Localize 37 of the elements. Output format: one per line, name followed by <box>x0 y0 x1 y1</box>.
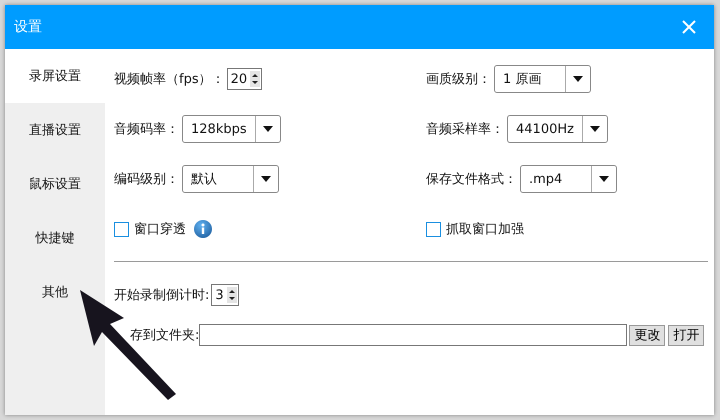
dropdown[interactable]: 128kbps <box>182 115 281 143</box>
dropdown[interactable]: 1 原画 <box>494 65 591 93</box>
caret-icon <box>590 126 600 132</box>
field-label: 画质级别： <box>426 71 491 88</box>
field-label: 存到文件夹: <box>130 327 200 344</box>
dropdown[interactable]: .mp4 <box>520 165 617 193</box>
field-label: 视频帧率（fps）： <box>114 71 225 88</box>
checkbox-label: 窗口穿透 <box>134 221 186 238</box>
spinner-field[interactable]: 20 <box>226 68 262 90</box>
folder-button[interactable]: 更改 <box>629 324 666 346</box>
field-label: 音频采样率： <box>426 121 504 138</box>
folder-button[interactable]: 打开 <box>668 324 704 346</box>
checkbox-label: 抓取窗口加强 <box>446 221 524 238</box>
checkbox[interactable] <box>426 222 441 236</box>
sidebar-item[interactable]: 录屏设置 <box>5 49 105 103</box>
sidebar-item[interactable]: 其他 <box>39 265 71 319</box>
spinner-field[interactable]: 3 <box>211 284 239 306</box>
info-icon[interactable] <box>194 220 212 238</box>
caret-icon <box>261 176 271 182</box>
field-label: 保存文件格式： <box>426 171 517 188</box>
sidebar-item[interactable]: 快捷键 <box>32 211 78 265</box>
folder-path-field[interactable] <box>199 324 628 346</box>
field-label: 音频码率： <box>114 121 179 138</box>
caret-icon <box>599 176 609 182</box>
caret-icon <box>262 126 273 132</box>
close-icon[interactable] <box>682 20 696 34</box>
field-label: 开始录制倒计时: <box>114 287 210 304</box>
caret-icon <box>573 76 583 82</box>
dropdown[interactable]: 默认 <box>182 165 279 193</box>
sidebar-item[interactable]: 鼠标设置 <box>26 157 84 211</box>
field-label: 编码级别： <box>114 171 179 188</box>
up-down-icon[interactable] <box>250 71 260 87</box>
up-down-icon[interactable] <box>226 287 237 303</box>
window-title: 设置 <box>14 18 42 36</box>
dropdown[interactable]: 44100Hz <box>507 115 608 143</box>
checkbox[interactable] <box>114 222 129 236</box>
sidebar-item[interactable]: 直播设置 <box>26 103 84 157</box>
